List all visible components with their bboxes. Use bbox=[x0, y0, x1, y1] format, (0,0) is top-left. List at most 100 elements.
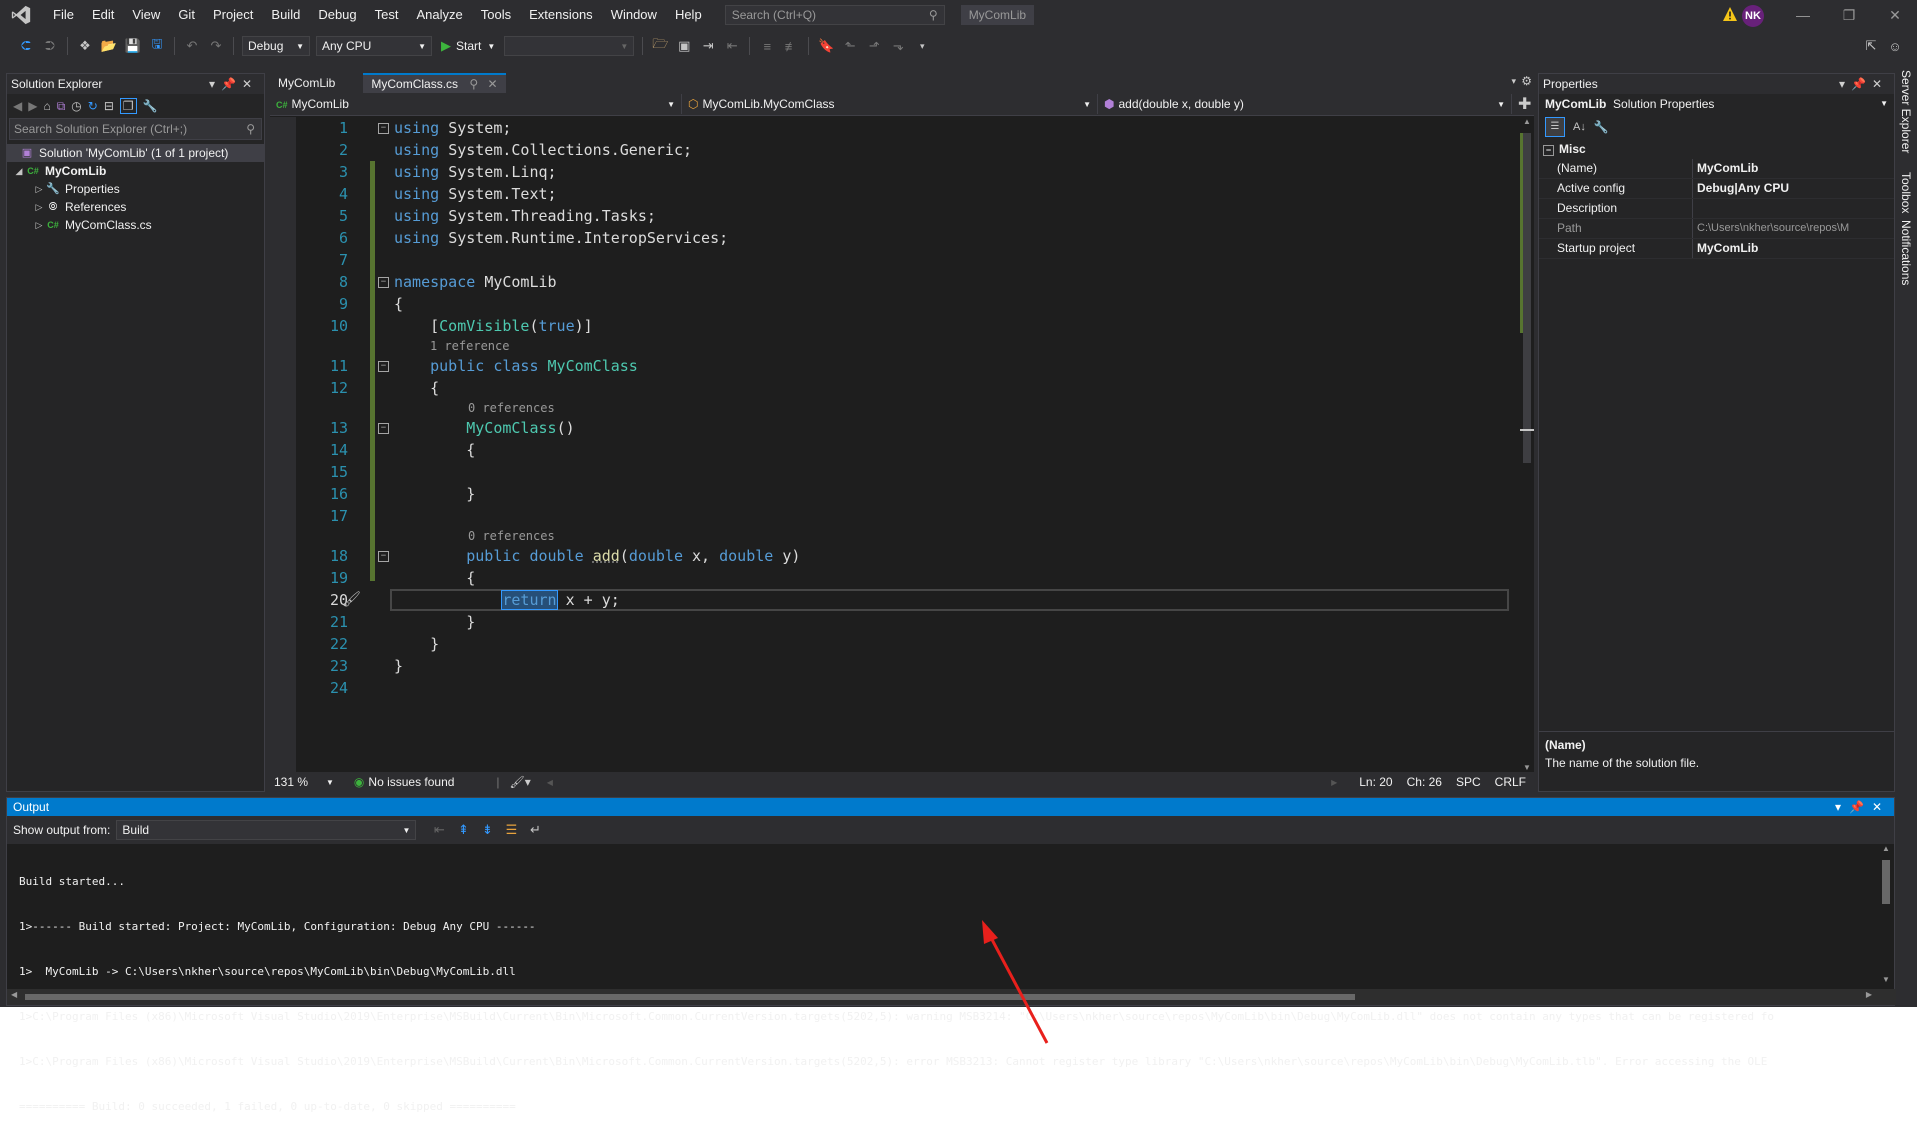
editor-vertical-scrollbar[interactable]: ▲ ▼ bbox=[1520, 117, 1534, 772]
close-window-icon[interactable]: ✕ bbox=[1872, 0, 1917, 30]
property-pages-wrench-icon[interactable]: 🔧 bbox=[1594, 120, 1609, 134]
panel-menu-icon[interactable]: ▾ bbox=[1835, 800, 1849, 814]
pin-icon[interactable]: 📌 bbox=[1851, 77, 1872, 91]
code-text-area[interactable]: 1 − using System; 2 using System.Collect… bbox=[270, 117, 1520, 772]
tree-item-mycomclass-cs[interactable]: ▷ C# MyComClass.cs bbox=[7, 216, 264, 234]
scroll-left-icon[interactable]: ◀ bbox=[11, 990, 17, 999]
properties-object-select[interactable]: MyComLib Solution Properties ▼ bbox=[1539, 94, 1894, 114]
tree-item-properties[interactable]: ▷ 🔧 Properties bbox=[7, 180, 264, 198]
collapse-icon[interactable]: − bbox=[378, 361, 389, 372]
property-row[interactable]: Description bbox=[1539, 199, 1894, 219]
bookmark-icon[interactable]: 🔖 bbox=[816, 36, 836, 56]
codelens-references[interactable]: 0 references bbox=[468, 401, 555, 415]
live-share-icon[interactable]: ⇱ bbox=[1861, 36, 1881, 56]
property-value[interactable] bbox=[1693, 199, 1877, 218]
quick-actions-brush-icon[interactable]: 🖌 bbox=[342, 590, 361, 608]
categorized-icon[interactable]: ☰ bbox=[1545, 117, 1565, 137]
comment-icon[interactable]: ≡ bbox=[757, 36, 777, 56]
find-message-icon[interactable]: ⇤ bbox=[429, 820, 449, 840]
settings-gear-icon[interactable]: ⚙ bbox=[1521, 74, 1532, 88]
tab-overflow-icon[interactable]: ▾ bbox=[1511, 76, 1516, 87]
issues-status[interactable]: No issues found bbox=[368, 775, 496, 789]
property-row[interactable]: Path C:\Users\nkher\source\repos\M bbox=[1539, 219, 1894, 239]
scrollbar-thumb[interactable] bbox=[25, 994, 1355, 1000]
avatar[interactable]: NK bbox=[1742, 5, 1764, 27]
collapsed-arrow-icon[interactable]: ▷ bbox=[33, 216, 45, 234]
split-view-icon[interactable]: ✚ bbox=[1518, 94, 1531, 114]
minimize-icon[interactable]: — bbox=[1780, 0, 1826, 30]
scrollbar-thumb[interactable] bbox=[1882, 860, 1890, 904]
forward-icon[interactable]: ▶ bbox=[28, 99, 37, 113]
collapse-all-icon[interactable]: ⊟ bbox=[104, 99, 114, 113]
type-dropdown[interactable]: ⬡ MyComLib.MyComClass ▼ bbox=[682, 94, 1098, 114]
codelens-references[interactable]: 0 references bbox=[468, 529, 555, 543]
menu-debug[interactable]: Debug bbox=[309, 0, 365, 30]
tab-mycomclass-cs[interactable]: MyComClass.cs ⚲ ✕ bbox=[363, 73, 506, 93]
new-project-icon[interactable]: ❖ bbox=[75, 36, 95, 56]
menu-project[interactable]: Project bbox=[204, 0, 262, 30]
zoom-level-select[interactable]: 131 % bbox=[274, 775, 326, 789]
tree-item-solution[interactable]: ▣ Solution 'MyComLib' (1 of 1 project) bbox=[7, 144, 264, 162]
show-all-files-icon[interactable]: ❐ bbox=[119, 98, 137, 114]
back-icon[interactable]: ◀ bbox=[13, 99, 22, 113]
scroll-right-icon[interactable]: ▶ bbox=[1866, 990, 1872, 999]
open-file-icon[interactable]: 🗁 bbox=[650, 36, 670, 56]
codelens-references[interactable]: 1 reference bbox=[430, 339, 509, 353]
scroll-up-icon[interactable]: ▲ bbox=[1520, 117, 1534, 126]
warning-icon[interactable] bbox=[1722, 6, 1738, 22]
scroll-up-icon[interactable]: ▲ bbox=[1880, 844, 1892, 853]
toolbox-tab[interactable]: Toolbox bbox=[1899, 172, 1913, 213]
collapse-icon[interactable]: − bbox=[378, 423, 389, 434]
menu-test[interactable]: Test bbox=[366, 0, 408, 30]
save-all-icon[interactable]: 🖫 bbox=[147, 36, 167, 56]
save-icon[interactable]: 💾 bbox=[123, 36, 143, 56]
menu-analyze[interactable]: Analyze bbox=[407, 0, 471, 30]
feedback-icon[interactable]: ☺ bbox=[1885, 36, 1905, 56]
indent-icon[interactable]: ⇥ bbox=[698, 36, 718, 56]
pin-icon[interactable]: 📌 bbox=[1849, 800, 1872, 814]
property-category[interactable]: − Misc bbox=[1539, 140, 1894, 159]
project-dropdown[interactable]: C# MyComLib ▼ bbox=[270, 94, 682, 114]
alphabetical-icon[interactable]: A↓ bbox=[1573, 121, 1586, 133]
go-to-next-message-icon[interactable]: ⇟ bbox=[477, 820, 497, 840]
solution-platform-select[interactable]: Any CPU ▼ bbox=[316, 36, 432, 56]
property-value[interactable]: MyComLib bbox=[1693, 239, 1877, 258]
whitespace-mode[interactable]: SPC bbox=[1456, 775, 1481, 789]
solution-configuration-select[interactable]: Debug ▼ bbox=[242, 36, 310, 56]
property-value[interactable]: MyComLib bbox=[1693, 159, 1877, 178]
collapse-icon[interactable]: − bbox=[378, 123, 389, 134]
screenshot-icon[interactable]: ▣ bbox=[674, 36, 694, 56]
status-hscroll-left-icon[interactable]: ◀ bbox=[547, 778, 553, 787]
close-icon[interactable]: ✕ bbox=[242, 77, 258, 91]
menu-window[interactable]: Window bbox=[602, 0, 666, 30]
pin-icon[interactable]: ⚲ bbox=[469, 77, 478, 91]
status-hscroll-right-icon[interactable]: ▶ bbox=[1331, 778, 1337, 787]
toggle-word-wrap-icon[interactable]: ↵ bbox=[525, 820, 545, 840]
menu-git[interactable]: Git bbox=[169, 0, 204, 30]
close-icon[interactable]: ✕ bbox=[1872, 77, 1888, 91]
clear-all-icon[interactable]: ☰ bbox=[501, 820, 521, 840]
collapse-icon[interactable]: − bbox=[378, 551, 389, 562]
close-icon[interactable]: ✕ bbox=[1872, 800, 1890, 814]
go-to-previous-message-icon[interactable]: ⇞ bbox=[453, 820, 473, 840]
chevron-down-icon[interactable]: ▼ bbox=[326, 778, 334, 787]
code-cleanup-icon[interactable]: 🖌▾ bbox=[510, 775, 531, 789]
property-value[interactable]: C:\Users\nkher\source\repos\M bbox=[1693, 219, 1877, 238]
sync-icon[interactable]: ↻ bbox=[88, 99, 98, 113]
uncomment-icon[interactable]: ≢ bbox=[781, 36, 801, 56]
tree-item-references[interactable]: ▷ ⦾ References bbox=[7, 198, 264, 216]
member-dropdown[interactable]: ⬢ add(double x, double y) ▼ bbox=[1098, 94, 1512, 114]
panel-menu-icon[interactable]: ▾ bbox=[1839, 77, 1851, 91]
outdent-icon[interactable]: ⇤ bbox=[722, 36, 742, 56]
solution-search-input[interactable]: Search Solution Explorer (Ctrl+;) ⚲ bbox=[9, 118, 262, 140]
back-icon[interactable]: ⮈ bbox=[16, 36, 36, 56]
menu-tools[interactable]: Tools bbox=[472, 0, 520, 30]
property-row[interactable]: Startup project MyComLib bbox=[1539, 239, 1894, 259]
menu-view[interactable]: View bbox=[123, 0, 169, 30]
collapsed-arrow-icon[interactable]: ▷ bbox=[33, 198, 45, 216]
property-row[interactable]: (Name) MyComLib bbox=[1539, 159, 1894, 179]
menu-edit[interactable]: Edit bbox=[83, 0, 123, 30]
next-bookmark-icon[interactable]: ⬏ bbox=[864, 36, 884, 56]
panel-menu-icon[interactable]: ▾ bbox=[209, 77, 221, 91]
menu-build[interactable]: Build bbox=[262, 0, 309, 30]
